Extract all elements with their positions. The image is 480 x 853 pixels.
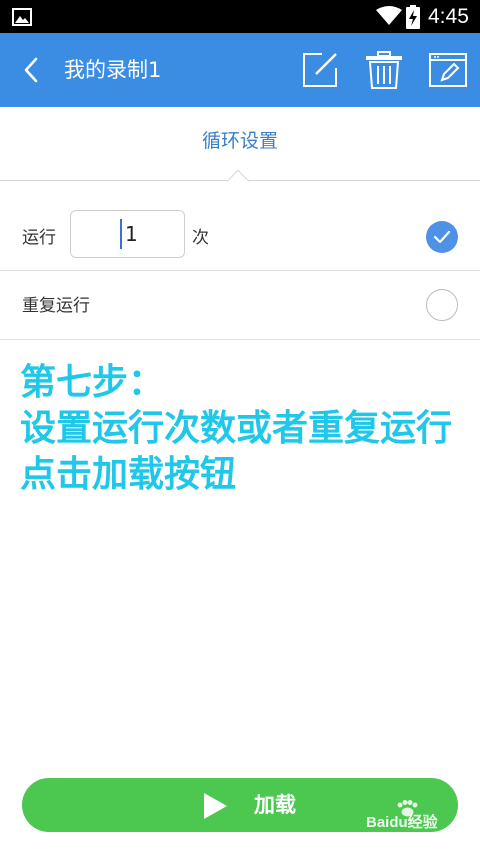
watermark-url: jingyan.baidu.com (370, 833, 444, 842)
run-count-row[interactable]: 运行 1 次 (0, 202, 480, 271)
annotation-line-2: 设置运行次数或者重复运行 (20, 408, 453, 449)
run-count-radio[interactable] (426, 221, 458, 253)
check-icon (433, 230, 451, 244)
loop-settings-tab[interactable]: 循环设置 (0, 107, 480, 193)
run-unit-label: 次 (192, 228, 209, 248)
run-label: 运行 (22, 228, 56, 248)
play-icon (202, 792, 228, 824)
step-annotation: 第七步： 设置运行次数或者重复运行 点击加载按钮 (20, 360, 470, 498)
battery-charging-icon (406, 5, 420, 33)
annotation-line-3: 点击加载按钮 (20, 454, 237, 495)
page-title: 我的录制1 (64, 58, 162, 82)
baidu-watermark: Baidu经验 jingyan.baidu.com (366, 800, 466, 842)
repeat-label: 重复运行 (22, 296, 90, 316)
section-label: 循环设置 (201, 130, 278, 152)
run-count-input[interactable]: 1 (70, 210, 185, 258)
edit-icon[interactable] (298, 48, 342, 92)
load-button-label: 加载 (254, 793, 296, 817)
run-count-value: 1 (125, 222, 138, 246)
tab-indicator (226, 169, 250, 193)
status-bar: 4:45 (0, 0, 480, 33)
window-edit-icon[interactable] (426, 48, 470, 92)
gallery-icon (12, 8, 32, 30)
watermark-text: Baidu经验 (366, 814, 438, 831)
repeat-run-row[interactable]: 重复运行 (0, 271, 480, 340)
app-bar: 我的录制1 (0, 33, 480, 107)
status-time: 4:45 (428, 5, 469, 28)
chevron-left-icon[interactable] (20, 55, 42, 85)
trash-icon[interactable] (362, 48, 406, 92)
wifi-icon (376, 6, 402, 30)
annotation-line-1: 第七步： (20, 362, 165, 403)
repeat-run-radio[interactable] (426, 289, 458, 321)
text-caret (120, 219, 122, 249)
